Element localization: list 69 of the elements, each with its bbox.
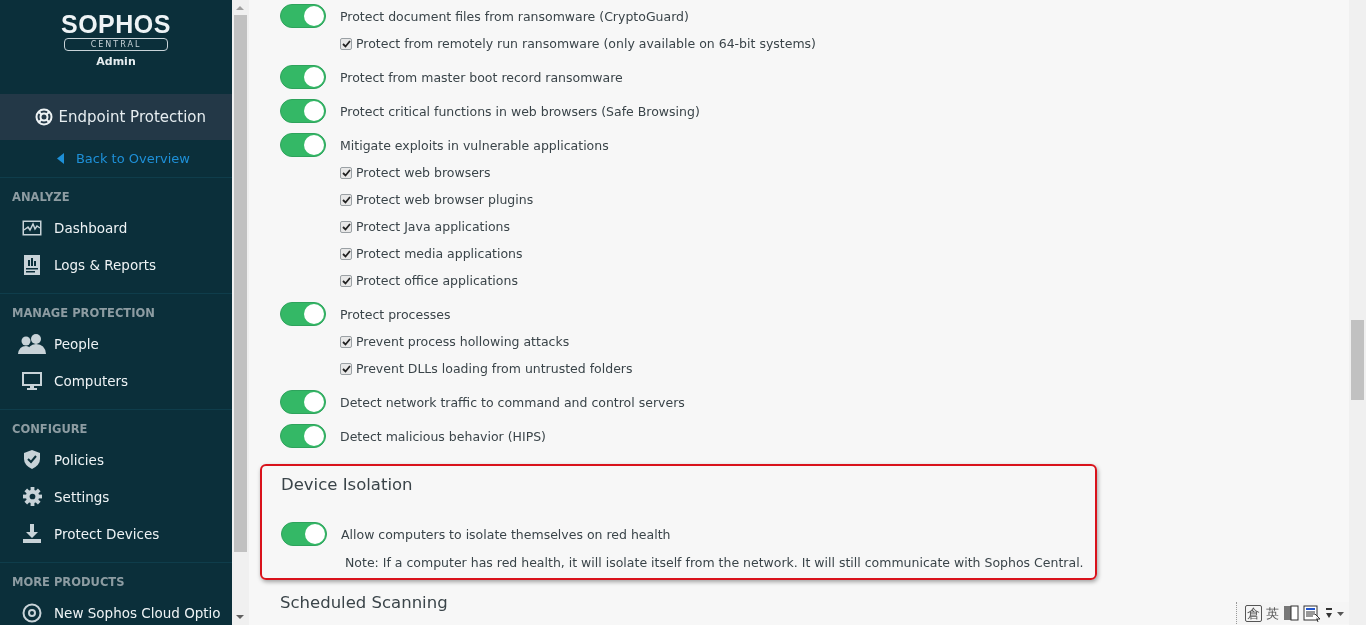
- setting-label: Mitigate exploits in vulnerable applications: [340, 137, 609, 153]
- checkbox[interactable]: [340, 274, 352, 287]
- checkbox-label: Protect media applications: [356, 246, 523, 261]
- checkbox[interactable]: [340, 193, 352, 206]
- nav-item[interactable]: New Sophos Cloud Optio: [54, 604, 221, 621]
- scrollbar[interactable]: [1349, 0, 1366, 625]
- checkbox[interactable]: [340, 166, 352, 179]
- setting-label: Protect processes: [340, 306, 451, 322]
- report-icon: [24, 254, 40, 275]
- toggle-switch[interactable]: [280, 99, 326, 123]
- monitor-icon: [22, 371, 42, 390]
- product-icon: [22, 602, 42, 623]
- dropdown-icon[interactable]: [1325, 606, 1345, 620]
- nav-item[interactable]: Settings: [54, 488, 110, 505]
- checkbox-label: Protect from remotely run ransomware (only available on 64-bit systems): [356, 36, 816, 51]
- nav-item[interactable]: Protect Devices: [54, 525, 160, 542]
- note-text: Note: If a computer has red health, it will isolate itself from the network. It will still communicate with Sophos Central.: [345, 554, 1084, 570]
- app-title: Endpoint Protection: [58, 108, 206, 126]
- checkbox[interactable]: [340, 335, 352, 348]
- checkbox[interactable]: [340, 362, 352, 375]
- toggle-switch[interactable]: [280, 424, 326, 448]
- checkbox[interactable]: [340, 37, 352, 50]
- lifebuoy-icon: [34, 108, 53, 126]
- nav-item[interactable]: Computers: [54, 372, 129, 389]
- checkbox-label: Prevent DLLs loading from untrusted folders: [356, 361, 633, 376]
- nav-item[interactable]: Policies: [54, 451, 104, 468]
- section-heading: CONFIGURE: [12, 422, 89, 436]
- setting-label: Protect critical functions in web browsers (Safe Browsing): [340, 103, 700, 119]
- ime-key[interactable]: 倉: [1245, 604, 1262, 622]
- ime-key[interactable]: 英: [1266, 605, 1279, 621]
- toggle-switch[interactable]: [280, 302, 326, 326]
- chart-icon: [22, 219, 42, 236]
- toggle-switch[interactable]: [281, 522, 327, 546]
- section-heading: MANAGE PROTECTION: [12, 306, 156, 320]
- half-width-icon[interactable]: [1283, 605, 1299, 621]
- product-label: CENTRAL: [64, 38, 168, 51]
- setting-label: Allow computers to isolate themselves on red health: [341, 526, 671, 542]
- section-title: Scheduled Scanning: [280, 592, 448, 614]
- document-icon[interactable]: [1303, 604, 1321, 622]
- caret-icon: [56, 153, 64, 164]
- nav-item[interactable]: Dashboard: [54, 219, 128, 236]
- settings-icon: [22, 487, 42, 506]
- people-icon: [17, 333, 47, 354]
- setting-label: Protect document files from ransomware (CryptoGuard): [340, 8, 689, 24]
- checkbox[interactable]: [340, 247, 352, 260]
- checkbox-label: Prevent process hollowing attacks: [356, 334, 570, 349]
- section-heading: MORE PRODUCTS: [12, 575, 126, 589]
- brand-logo: SOPHOS: [61, 10, 171, 38]
- setting-label: Protect from master boot record ransomware: [340, 69, 623, 85]
- role-label: Admin: [96, 55, 136, 68]
- nav-item[interactable]: Logs & Reports: [54, 256, 157, 273]
- toggle-switch[interactable]: [280, 390, 326, 414]
- toggle-switch[interactable]: [280, 4, 326, 28]
- checkbox-label: Protect web browsers: [356, 165, 491, 180]
- setting-label: Detect malicious behavior (HIPS): [340, 428, 546, 444]
- checkbox-label: Protect web browser plugins: [356, 192, 534, 207]
- setting-label: Detect network traffic to command and control servers: [340, 394, 685, 410]
- shield-check-icon: [24, 450, 40, 469]
- nav-item[interactable]: People: [54, 335, 99, 352]
- checkbox-label: Protect office applications: [356, 273, 518, 288]
- download-icon: [22, 524, 42, 543]
- toggle-switch[interactable]: [280, 65, 326, 89]
- section-heading: ANALYZE: [12, 190, 71, 204]
- checkbox[interactable]: [340, 220, 352, 233]
- toggle-switch[interactable]: [280, 133, 326, 157]
- section-title: Device Isolation: [281, 474, 413, 496]
- checkbox-label: Protect Java applications: [356, 219, 510, 234]
- back-link[interactable]: Back to Overview: [56, 151, 190, 166]
- scrollbar[interactable]: [232, 0, 249, 625]
